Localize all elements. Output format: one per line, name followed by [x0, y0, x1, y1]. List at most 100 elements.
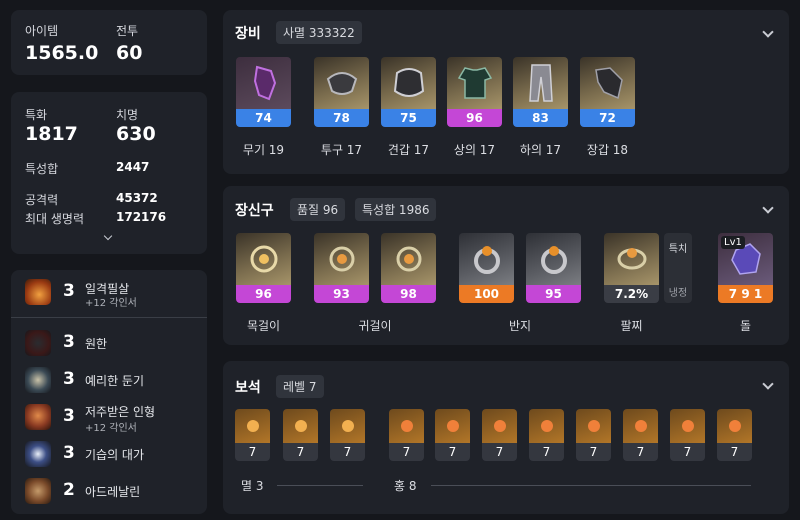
gem-group-2-line	[431, 485, 751, 486]
rings-label: 반지	[508, 319, 532, 333]
gem[interactable]: 7	[389, 409, 424, 461]
bracelet-icon	[604, 233, 659, 285]
engraving-name: 아드레날린	[85, 485, 141, 499]
gem-icon	[330, 409, 365, 443]
pants-icon	[513, 57, 568, 109]
engraving-row[interactable]: 2 아드레날린	[11, 473, 207, 509]
bracelet-label: 팔찌	[620, 319, 643, 333]
earrings-label: 귀걸이	[358, 319, 392, 333]
max-hp-label: 최대 생명력	[25, 212, 85, 226]
engraving-row[interactable]: 3 기습의 대가	[11, 436, 207, 472]
gem[interactable]: 7	[576, 409, 611, 461]
gem-icon	[717, 409, 752, 443]
gem-level: 7	[235, 443, 270, 461]
item-level-value: 1565.0	[25, 42, 99, 64]
engraving-name: 저주받은 인형	[85, 405, 156, 419]
ring-2-quality: 95	[526, 285, 581, 303]
engraving-row[interactable]: 3 저주받은 인형 +12 각인서	[11, 399, 207, 435]
engraving-row[interactable]: 3 일격필살 +12 각인서	[11, 274, 207, 310]
gem-icon	[623, 409, 658, 443]
collapse-equipment-chevron-down-icon[interactable]	[762, 26, 774, 38]
ring-icon	[526, 233, 581, 285]
equipment-weapon[interactable]: 74	[236, 57, 291, 127]
chest-label: 상의 17	[453, 143, 496, 157]
earring-2-quality: 98	[381, 285, 436, 303]
attack-value: 45372	[116, 191, 158, 205]
equipment-pants[interactable]: 83	[513, 57, 568, 127]
gems-level-badge: 레벨 7	[276, 375, 324, 398]
engraving-row[interactable]: 3 예리한 둔기	[11, 362, 207, 398]
accessories-title: 장신구	[235, 203, 274, 219]
gem-group-2-label: 홍 8	[394, 479, 417, 493]
combat-level-label: 전투	[116, 24, 139, 38]
ability-stone-value: 7 9 1	[718, 285, 773, 303]
bracelet[interactable]: 7.2%	[604, 233, 659, 303]
engraving-icon	[25, 441, 51, 467]
accessories-quality-badge: 품질 96	[290, 198, 346, 221]
equipment-gloves[interactable]: 72	[580, 57, 635, 127]
gem-level: 7	[330, 443, 365, 461]
gem[interactable]: 7	[529, 409, 564, 461]
gem[interactable]: 7	[623, 409, 658, 461]
gem-level: 7	[389, 443, 424, 461]
expand-stats-chevron-down-icon[interactable]	[103, 231, 113, 241]
accessories-total-badge: 특성합 1986	[355, 198, 437, 221]
engraving-icon	[25, 404, 51, 430]
ring-1[interactable]: 100	[459, 233, 514, 303]
stat-total-label: 특성합	[25, 162, 59, 176]
engraving-icon	[25, 330, 51, 356]
engraving-level: 3	[63, 443, 75, 463]
ability-stone-level: Lv1	[721, 236, 745, 249]
combat-level-value: 60	[116, 42, 143, 64]
engraving-name: 예리한 둔기	[85, 374, 145, 388]
bracelet-stat-2: 냉정	[668, 288, 688, 299]
gem-level: 7	[529, 443, 564, 461]
gem-icon	[529, 409, 564, 443]
gem-icon	[576, 409, 611, 443]
equipment-title: 장비	[235, 26, 261, 42]
chest-armor-icon	[447, 57, 502, 109]
pants-label: 하의 17	[519, 143, 562, 157]
gem[interactable]: 7	[435, 409, 470, 461]
bracelet-stats-panel: 특치 냉정	[664, 233, 692, 303]
equipment-set-badge: 사멸 333322	[276, 21, 362, 44]
engraving-level: 2	[63, 480, 75, 500]
collapse-accessories-chevron-down-icon[interactable]	[762, 202, 774, 214]
equipment-chest[interactable]: 96	[447, 57, 502, 127]
accessories-card: 장신구 품질 96 특성합 1986 96 93 98 100 95 7.2% …	[223, 186, 789, 345]
gloves-icon	[580, 57, 635, 109]
engraving-row[interactable]: 3 원한	[11, 325, 207, 361]
equipment-shoulder[interactable]: 75	[381, 57, 436, 127]
equipment-helmet[interactable]: 78	[314, 57, 369, 127]
gem-level: 7	[717, 443, 752, 461]
earring-2[interactable]: 98	[381, 233, 436, 303]
gem[interactable]: 7	[330, 409, 365, 461]
ability-stone[interactable]: Lv1 7 9 1	[718, 233, 773, 303]
spec-value: 1817	[25, 123, 78, 145]
crit-value: 630	[116, 123, 156, 145]
gem[interactable]: 7	[670, 409, 705, 461]
engraving-level: 3	[63, 281, 75, 301]
gem-icon	[670, 409, 705, 443]
gem-group-1-label: 멸 3	[241, 479, 264, 493]
gem-icon	[283, 409, 318, 443]
gem-level: 7	[283, 443, 318, 461]
necklace-label: 목걸이	[246, 319, 281, 333]
gem[interactable]: 7	[717, 409, 752, 461]
ring-icon	[459, 233, 514, 285]
gem[interactable]: 7	[283, 409, 318, 461]
engraving-level: 3	[63, 332, 75, 352]
collapse-gems-chevron-down-icon[interactable]	[762, 378, 774, 390]
crit-label: 치명	[116, 108, 139, 122]
gem-level: 7	[435, 443, 470, 461]
necklace[interactable]: 96	[236, 233, 291, 303]
gloves-label: 장갑 18	[586, 143, 629, 157]
ring-2[interactable]: 95	[526, 233, 581, 303]
earring-1[interactable]: 93	[314, 233, 369, 303]
chest-quality: 96	[447, 109, 502, 127]
gem[interactable]: 7	[235, 409, 270, 461]
bracelet-stat-1: 특치	[668, 244, 688, 255]
gem-icon	[482, 409, 517, 443]
gem[interactable]: 7	[482, 409, 517, 461]
shoulder-label: 견갑 17	[387, 143, 430, 157]
